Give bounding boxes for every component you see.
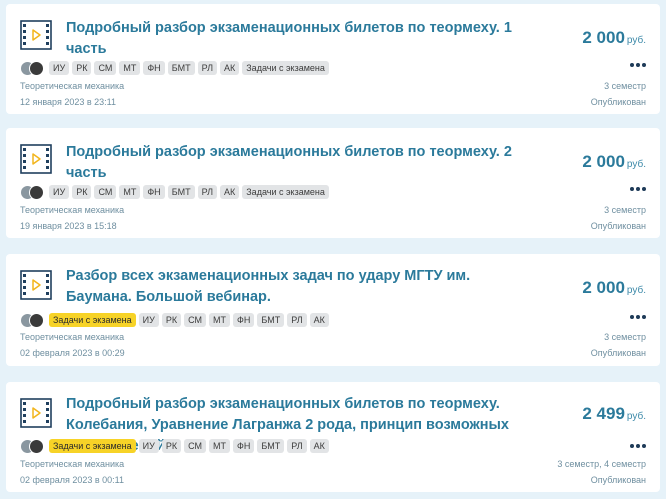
- price-amount: 2 000: [582, 28, 625, 47]
- tag: МТ: [209, 313, 230, 327]
- lesson-list: Подробный разбор экзаменационных билетов…: [0, 0, 666, 499]
- lesson-price: 2 000 руб.: [582, 278, 646, 298]
- lesson-card[interactable]: Разбор всех экзаменационных задач по уда…: [6, 254, 660, 366]
- tag: МТ: [119, 61, 141, 75]
- lesson-price: 2 000 руб.: [582, 152, 646, 172]
- tag: ИУ: [138, 439, 159, 453]
- tag: СМ: [94, 61, 117, 75]
- tag: СМ: [94, 185, 117, 199]
- price-amount: 2 000: [582, 278, 625, 297]
- tag: МТ: [209, 439, 230, 453]
- lesson-price: 2 000 руб.: [582, 28, 646, 48]
- subject-label: Теоретическая механика: [20, 81, 125, 91]
- tag: РЛ: [287, 313, 307, 327]
- tag: АК: [309, 313, 329, 327]
- created-date: 02 февраля 2023 в 00:29: [20, 348, 125, 358]
- lesson-card[interactable]: Подробный разбор экзаменационных билетов…: [6, 4, 660, 114]
- video-icon: [20, 20, 52, 50]
- price-currency: руб.: [626, 159, 646, 170]
- created-date: 12 января 2023 в 23:11: [20, 97, 116, 107]
- subject-label: Теоретическая механика: [20, 205, 125, 215]
- tag: МТ: [119, 185, 141, 199]
- tag-row: ИУ РК СМ МТ ФН БМТ РЛ АК Задачи с экзаме…: [20, 184, 329, 200]
- created-date: 02 февраля 2023 в 00:11: [20, 475, 124, 485]
- tag: АК: [220, 61, 240, 75]
- avatar: [29, 312, 44, 328]
- tag: ИУ: [49, 61, 70, 75]
- semester-label: 3 семестр, 4 семестр: [557, 459, 646, 469]
- semester-label: 3 семестр: [604, 81, 646, 91]
- price-currency: руб.: [626, 35, 646, 46]
- lesson-card[interactable]: Подробный разбор экзаменационных билетов…: [6, 382, 660, 492]
- authors-avatars: [20, 60, 44, 76]
- status-label: Опубликован: [590, 97, 646, 107]
- tag-row: Задачи с экзамена ИУ РК СМ МТ ФН БМТ РЛ …: [20, 438, 329, 454]
- tag: Задачи с экзамена: [242, 185, 329, 199]
- tag: БМТ: [257, 313, 285, 327]
- tag: АК: [309, 439, 329, 453]
- video-icon: [20, 144, 52, 174]
- subject-label: Теоретическая механика: [20, 459, 125, 469]
- tag-row: ИУ РК СМ МТ ФН БМТ РЛ АК Задачи с экзаме…: [20, 60, 329, 76]
- tag: Задачи с экзамена: [242, 61, 329, 75]
- lesson-title[interactable]: Подробный разбор экзаменационных билетов…: [66, 18, 536, 60]
- tag: РК: [161, 439, 182, 453]
- price-currency: руб.: [626, 285, 646, 296]
- semester-label: 3 семестр: [604, 205, 646, 215]
- tag: ИУ: [49, 185, 70, 199]
- tag: АК: [220, 185, 240, 199]
- avatar: [29, 438, 44, 454]
- tag: РК: [161, 313, 182, 327]
- tag: РЛ: [287, 439, 307, 453]
- price-amount: 2 000: [582, 152, 625, 171]
- avatar: [29, 184, 44, 200]
- avatar: [29, 60, 44, 76]
- tag: ФН: [143, 185, 165, 199]
- created-date: 19 января 2023 в 15:18: [20, 221, 117, 231]
- authors-avatars: [20, 438, 44, 454]
- status-label: Опубликован: [590, 348, 646, 358]
- subject-label: Теоретическая механика: [20, 332, 125, 342]
- tag: СМ: [184, 439, 206, 453]
- lesson-card[interactable]: Подробный разбор экзаменационных билетов…: [6, 128, 660, 238]
- tag: РЛ: [197, 185, 217, 199]
- authors-avatars: [20, 184, 44, 200]
- more-options-icon[interactable]: [630, 315, 646, 321]
- tag: ИУ: [138, 313, 159, 327]
- tag-row: Задачи с экзамена ИУ РК СМ МТ ФН БМТ РЛ …: [20, 312, 329, 328]
- more-options-icon[interactable]: [630, 187, 646, 193]
- tag: ФН: [233, 313, 255, 327]
- tag: РК: [72, 61, 92, 75]
- tag: СМ: [184, 313, 206, 327]
- status-label: Опубликован: [590, 221, 646, 231]
- tag: БМТ: [257, 439, 285, 453]
- lesson-title[interactable]: Подробный разбор экзаменационных билетов…: [66, 142, 536, 184]
- highlight-tag: Задачи с экзамена: [49, 439, 136, 453]
- more-options-icon[interactable]: [630, 444, 646, 450]
- tag: БМТ: [167, 185, 195, 199]
- video-icon: [20, 398, 52, 428]
- authors-avatars: [20, 312, 44, 328]
- price-currency: руб.: [626, 411, 646, 422]
- more-options-icon[interactable]: [630, 63, 646, 69]
- tag: РК: [72, 185, 92, 199]
- tag: ФН: [233, 439, 255, 453]
- lesson-price: 2 499 руб.: [582, 404, 646, 424]
- status-label: Опубликован: [590, 475, 646, 485]
- tag: ФН: [143, 61, 165, 75]
- price-amount: 2 499: [582, 404, 625, 423]
- tag: РЛ: [197, 61, 217, 75]
- lesson-title[interactable]: Разбор всех экзаменационных задач по уда…: [66, 266, 536, 308]
- highlight-tag: Задачи с экзамена: [49, 313, 136, 327]
- tag: БМТ: [167, 61, 195, 75]
- video-icon: [20, 270, 52, 300]
- semester-label: 3 семестр: [604, 332, 646, 342]
